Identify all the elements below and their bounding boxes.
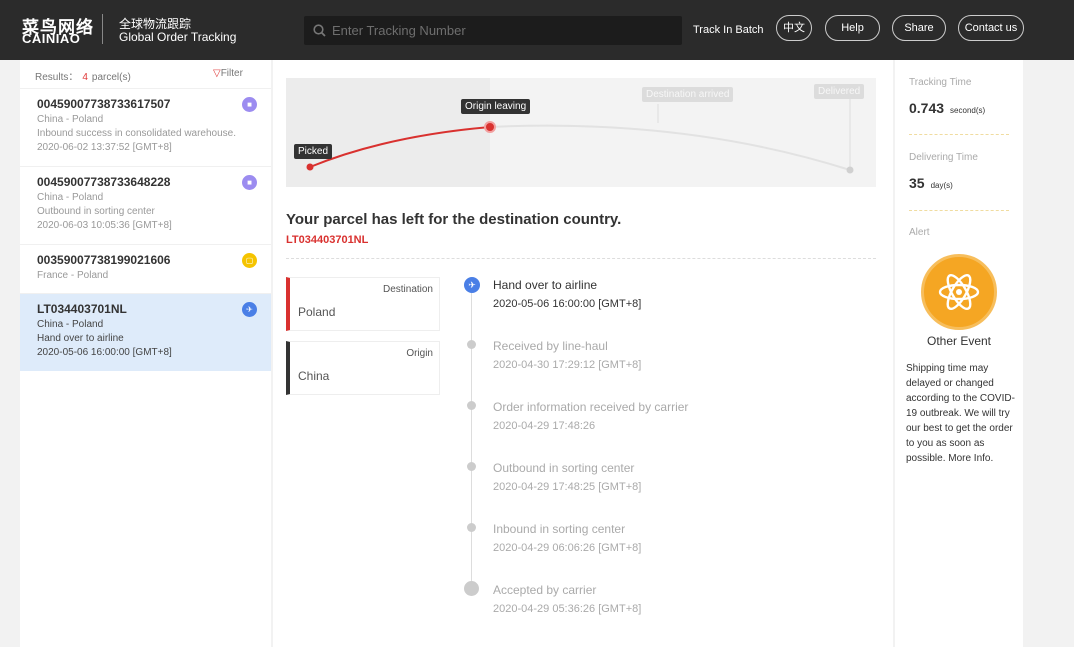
- parcel-number: 00359007738199021606: [37, 253, 171, 267]
- filter-label: Filter: [220, 68, 243, 79]
- parcel-route: France - Poland: [37, 270, 109, 281]
- plane-icon: ✈: [242, 302, 257, 317]
- parcel-number: 00459007738733617507: [37, 97, 171, 111]
- parcel-status: Inbound success in consolidated warehous…: [37, 128, 237, 139]
- stage-delivered: Delivered: [814, 84, 865, 99]
- contact-us-button[interactable]: Contact us: [958, 15, 1024, 41]
- route-path: [306, 98, 854, 174]
- truck-icon: ■: [242, 97, 257, 112]
- event-time: 2020-04-29 06:06:26 [GMT+8]: [493, 542, 642, 554]
- status-title: Your parcel has left for the destination…: [286, 211, 622, 228]
- language-button[interactable]: 中文: [776, 15, 812, 41]
- parcel-item[interactable]: 00359007738199021606 France - Poland ▢: [20, 244, 271, 293]
- stage-destination-arrived: Destination arrived: [642, 87, 734, 102]
- stage-picked: Picked: [294, 144, 333, 159]
- parcel-status: Outbound in sorting center: [37, 206, 155, 217]
- event-desc: Outbound in sorting center: [493, 461, 635, 475]
- divider: [909, 210, 1009, 211]
- results-count: Results： 4 parcel(s): [35, 68, 131, 83]
- parcel-number: 00459007738733648228: [37, 175, 171, 189]
- event-time: 2020-04-29 17:48:26: [493, 420, 596, 432]
- timeline-event: Received by line-haul 2020-04-30 17:29:12…: [493, 339, 641, 371]
- timeline-line: [471, 292, 472, 592]
- info-panel: [895, 60, 1023, 647]
- count: 4: [82, 72, 88, 83]
- tracking-number-input[interactable]: [332, 16, 672, 45]
- stage-origin-leaving: Origin leaving: [461, 99, 531, 114]
- origin-label: Origin: [406, 348, 433, 359]
- event-desc: Inbound in sorting center: [493, 522, 626, 536]
- search-box: [304, 16, 682, 45]
- plane-icon: ✈: [464, 277, 480, 293]
- track-in-batch-link[interactable]: Track In Batch: [693, 24, 764, 36]
- filter-icon: ▽: [213, 68, 221, 79]
- timeline-event: Outbound in sorting center 2020-04-29 17:…: [493, 461, 641, 493]
- route-map: Picked Origin leaving Destination arrive…: [286, 78, 876, 187]
- parcel-route: China - Poland: [37, 319, 104, 330]
- divider: [286, 258, 876, 259]
- tracking-time-value: 0.743 second(s): [909, 100, 985, 116]
- delivering-unit: day(s): [930, 181, 953, 190]
- alert-label: Alert: [909, 227, 930, 238]
- count-unit: parcel(s): [91, 72, 131, 83]
- search-icon: [313, 24, 326, 37]
- event-desc: Received by line-haul: [493, 339, 608, 353]
- destination-label: Destination: [382, 284, 433, 295]
- delivering-time-value: 35 day(s): [909, 175, 953, 191]
- destination-value: Poland: [298, 305, 336, 319]
- alert-text: Shipping time may delayed or changed acc…: [906, 361, 1016, 466]
- event-desc: Accepted by carrier: [493, 583, 597, 597]
- parcel-time: 2020-06-02 13:37:52 [GMT+8]: [37, 142, 172, 153]
- parcel-route: China - Poland: [37, 114, 104, 125]
- timeline-dot: [467, 523, 476, 532]
- share-button[interactable]: Share: [892, 15, 946, 41]
- timeline-dot: [467, 340, 476, 349]
- more-info-link[interactable]: More Info.: [948, 453, 993, 464]
- alert-title: Other Event: [926, 334, 992, 348]
- filter-button[interactable]: ▽Filter: [213, 68, 243, 79]
- parcel-item[interactable]: 00459007738733648228 China - Poland Outb…: [20, 166, 271, 244]
- parcel-time: 2020-06-03 10:05:36 [GMT+8]: [37, 220, 172, 231]
- tracking-value: 0.743: [909, 100, 945, 116]
- tracking-time-label: Tracking Time: [909, 77, 972, 88]
- timeline-event: Order information received by carrier 202…: [493, 400, 688, 432]
- parcel-item[interactable]: 00459007738733617507 China - Poland Inbo…: [20, 88, 271, 166]
- timeline-event: Inbound in sorting center 2020-04-29 06:0…: [493, 522, 641, 554]
- delivering-time-label: Delivering Time: [909, 152, 978, 163]
- timeline-event: Accepted by carrier 2020-04-29 05:36:26 […: [493, 583, 641, 615]
- destination-card: Destination Poland: [286, 277, 440, 331]
- truck-icon: ■: [242, 175, 257, 190]
- event-desc: Hand over to airline: [493, 278, 598, 292]
- timeline-dot: [467, 401, 476, 410]
- timeline-event: Hand over to airline 2020-05-06 16:00:00 …: [493, 278, 641, 310]
- origin-value: China: [298, 369, 330, 383]
- divider: [909, 134, 1009, 135]
- parcel-time: 2020-05-06 16:00:00 [GMT+8]: [37, 347, 172, 358]
- tracking-unit: second(s): [950, 106, 986, 115]
- results-label: Results：: [35, 72, 79, 83]
- package-icon: [464, 581, 479, 596]
- parcel-item-selected[interactable]: LT034403701NL China - Poland Hand over t…: [20, 293, 271, 371]
- origin-card: Origin China: [286, 341, 440, 395]
- tracking-number: LT034403701NL: [286, 234, 369, 246]
- event-time: 2020-04-30 17:29:12 [GMT+8]: [493, 359, 642, 371]
- divider: [102, 14, 103, 44]
- event-time: 2020-04-29 05:36:26 [GMT+8]: [493, 603, 642, 615]
- event-time: 2020-05-06 16:00:00 [GMT+8]: [493, 298, 642, 310]
- event-time: 2020-04-29 17:48:25 [GMT+8]: [493, 481, 642, 493]
- parcel-status: Hand over to airline: [37, 333, 124, 344]
- timeline-dot: [467, 462, 476, 471]
- help-button[interactable]: Help: [825, 15, 880, 41]
- parcel-route: China - Poland: [37, 192, 104, 203]
- subtitle-en: Global Order Tracking: [119, 30, 237, 44]
- atom-icon: [921, 254, 997, 330]
- parcel-number: LT034403701NL: [37, 302, 127, 316]
- logo-en[interactable]: CAINIAO: [22, 31, 80, 46]
- box-icon: ▢: [242, 253, 257, 268]
- alert-message: Shipping time may delayed or changed acc…: [906, 363, 1015, 464]
- event-desc: Order information received by carrier: [493, 400, 689, 414]
- delivering-value: 35: [909, 175, 925, 191]
